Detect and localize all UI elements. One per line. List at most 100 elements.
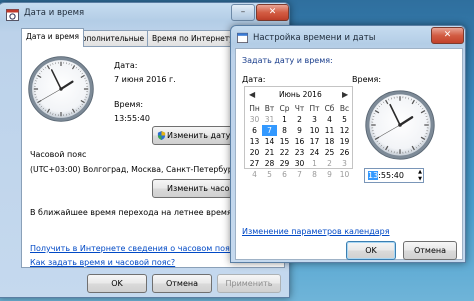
time-value: 13:55:40 xyxy=(114,114,150,123)
calendar-day[interactable]: 5 xyxy=(262,169,277,180)
calendar-day[interactable]: 18 xyxy=(322,136,337,147)
close-icon: ✕ xyxy=(443,30,452,40)
close-button[interactable]: ✕ xyxy=(256,4,289,21)
calendar-day[interactable]: 19 xyxy=(337,136,352,147)
analog-clock xyxy=(365,90,435,160)
calendar-day[interactable]: 26 xyxy=(337,147,352,158)
date-value: 7 июня 2016 г. xyxy=(114,75,176,84)
date-time-icon xyxy=(6,9,19,21)
apply-label: Применить xyxy=(225,279,273,288)
calendar-day[interactable]: 13 xyxy=(247,136,262,147)
calendar-day[interactable]: 5 xyxy=(337,114,352,125)
weekday-header: Вс xyxy=(339,104,350,113)
calendar-day[interactable]: 10 xyxy=(337,169,352,180)
window-title: Дата и время xyxy=(24,8,85,18)
calendar-day[interactable]: 16 xyxy=(292,136,307,147)
calendar-day[interactable]: 10 xyxy=(307,125,322,136)
calendar-day[interactable]: 9 xyxy=(322,169,337,180)
weekday-header: Вт xyxy=(264,104,275,113)
calendar-day[interactable]: 24 xyxy=(307,147,322,158)
calendar-day[interactable]: 8 xyxy=(277,125,292,136)
calendar-day[interactable]: 27 xyxy=(247,158,262,169)
dialog-cancel-button[interactable]: Отмена xyxy=(403,241,457,260)
weekday-header: Пн xyxy=(249,104,260,113)
weekday-header: Ср xyxy=(279,104,290,113)
how-to-link[interactable]: Как задать время и часовой пояс? xyxy=(30,258,175,267)
dialog-ok-button[interactable]: OK xyxy=(346,241,396,260)
date-label: Дата: xyxy=(114,61,138,70)
dialog-date-label: Дата: xyxy=(242,75,266,84)
timezone-heading: Часовой пояс xyxy=(30,150,87,159)
calendar-settings-link[interactable]: Изменение параметров календаря xyxy=(242,227,390,236)
cancel-label: Отмена xyxy=(165,279,199,288)
calendar-day[interactable]: 9 xyxy=(292,125,307,136)
calendar-day[interactable]: 23 xyxy=(292,147,307,158)
calendar-day[interactable]: 1 xyxy=(307,158,322,169)
dialog-close-button[interactable]: ✕ xyxy=(431,27,464,44)
calendar-day[interactable]: 29 xyxy=(277,158,292,169)
close-icon: ✕ xyxy=(268,7,277,17)
tab-label: Время по Интернету xyxy=(152,34,234,43)
calendar-day[interactable]: 7 xyxy=(262,125,277,136)
cancel-label: Отмена xyxy=(413,246,447,255)
apply-button[interactable]: Применить xyxy=(217,274,281,293)
calendar-day[interactable]: 6 xyxy=(247,125,262,136)
calendar-day[interactable]: 25 xyxy=(322,147,337,158)
calendar-day[interactable]: 7 xyxy=(292,169,307,180)
time-hours[interactable]: 13 xyxy=(368,171,379,180)
time-seconds[interactable]: 40 xyxy=(394,171,404,180)
calendar-day[interactable]: 31 xyxy=(262,114,277,125)
calendar-day[interactable]: 4 xyxy=(247,169,262,180)
dialog-title: Настройка времени и даты xyxy=(253,33,376,43)
calendar-day[interactable]: 6 xyxy=(277,169,292,180)
dialog-body: Задать дату и время: Дата: Время: ◀ Июнь… xyxy=(235,48,463,260)
weekday-header: Сб xyxy=(324,104,335,113)
spinner-up-icon[interactable]: ▲ xyxy=(418,169,422,175)
spinner-down-icon[interactable]: ▼ xyxy=(418,176,422,182)
calendar-day[interactable]: 3 xyxy=(337,158,352,169)
ok-button[interactable]: OK xyxy=(87,274,147,293)
minimize-button[interactable]: – xyxy=(231,4,255,21)
tab-internet-time[interactable]: Время по Интернету xyxy=(147,30,239,46)
calendar-day[interactable]: 2 xyxy=(322,158,337,169)
cancel-button[interactable]: Отмена xyxy=(152,274,212,293)
prev-month-icon[interactable]: ◀ xyxy=(249,90,255,99)
calendar-day[interactable]: 15 xyxy=(277,136,292,147)
calendar-day[interactable]: 1 xyxy=(277,114,292,125)
calendar-day[interactable]: 8 xyxy=(307,169,322,180)
timezone-info-link[interactable]: Получить в Интернете сведения о часовом … xyxy=(30,244,239,253)
calendar-day[interactable]: 28 xyxy=(262,158,277,169)
dialog-title-bar[interactable]: Настройка времени и даты ✕ xyxy=(231,26,465,48)
weekday-header: Чт xyxy=(294,104,305,113)
dialog-time-label: Время: xyxy=(352,75,382,84)
calendar-day[interactable]: 21 xyxy=(262,147,277,158)
time-minutes[interactable]: 55 xyxy=(381,171,391,180)
time-label: Время: xyxy=(114,100,144,109)
calendar-day[interactable]: 2 xyxy=(292,114,307,125)
ok-label: OK xyxy=(111,279,123,288)
analog-clock xyxy=(28,56,94,122)
calendar-day[interactable]: 14 xyxy=(262,136,277,147)
shield-icon xyxy=(157,131,166,140)
month-title[interactable]: Июнь 2016 xyxy=(279,90,322,99)
date-time-settings-dialog: Настройка времени и даты ✕ Задать дату и… xyxy=(230,25,466,263)
weekday-header: Пт xyxy=(309,104,320,113)
calendar: ◀ Июнь 2016 ▶ Пн Вт Ср Чт Пт Сб Вс 30 31 1 2 3 4 5 6 7 8… xyxy=(244,86,353,179)
calendar-day[interactable]: 20 xyxy=(247,147,262,158)
next-month-icon[interactable]: ▶ xyxy=(342,90,348,99)
title-bar[interactable]: Дата и время – ✕ xyxy=(0,3,289,25)
tab-date-time[interactable]: Дата и время xyxy=(21,28,85,47)
ok-label: OK xyxy=(365,246,377,255)
calendar-day[interactable]: 30 xyxy=(292,158,307,169)
calendar-day[interactable]: 12 xyxy=(337,125,352,136)
settings-icon xyxy=(237,32,248,43)
time-spinner[interactable]: 13:55:40 ▲ ▼ xyxy=(364,168,424,183)
set-datetime-heading: Задать дату и время: xyxy=(242,56,333,65)
calendar-day[interactable]: 17 xyxy=(307,136,322,147)
calendar-day[interactable]: 22 xyxy=(277,147,292,158)
minimize-icon: – xyxy=(240,7,246,17)
calendar-day[interactable]: 30 xyxy=(247,114,262,125)
calendar-day[interactable]: 3 xyxy=(307,114,322,125)
calendar-day[interactable]: 4 xyxy=(322,114,337,125)
calendar-day[interactable]: 11 xyxy=(322,125,337,136)
